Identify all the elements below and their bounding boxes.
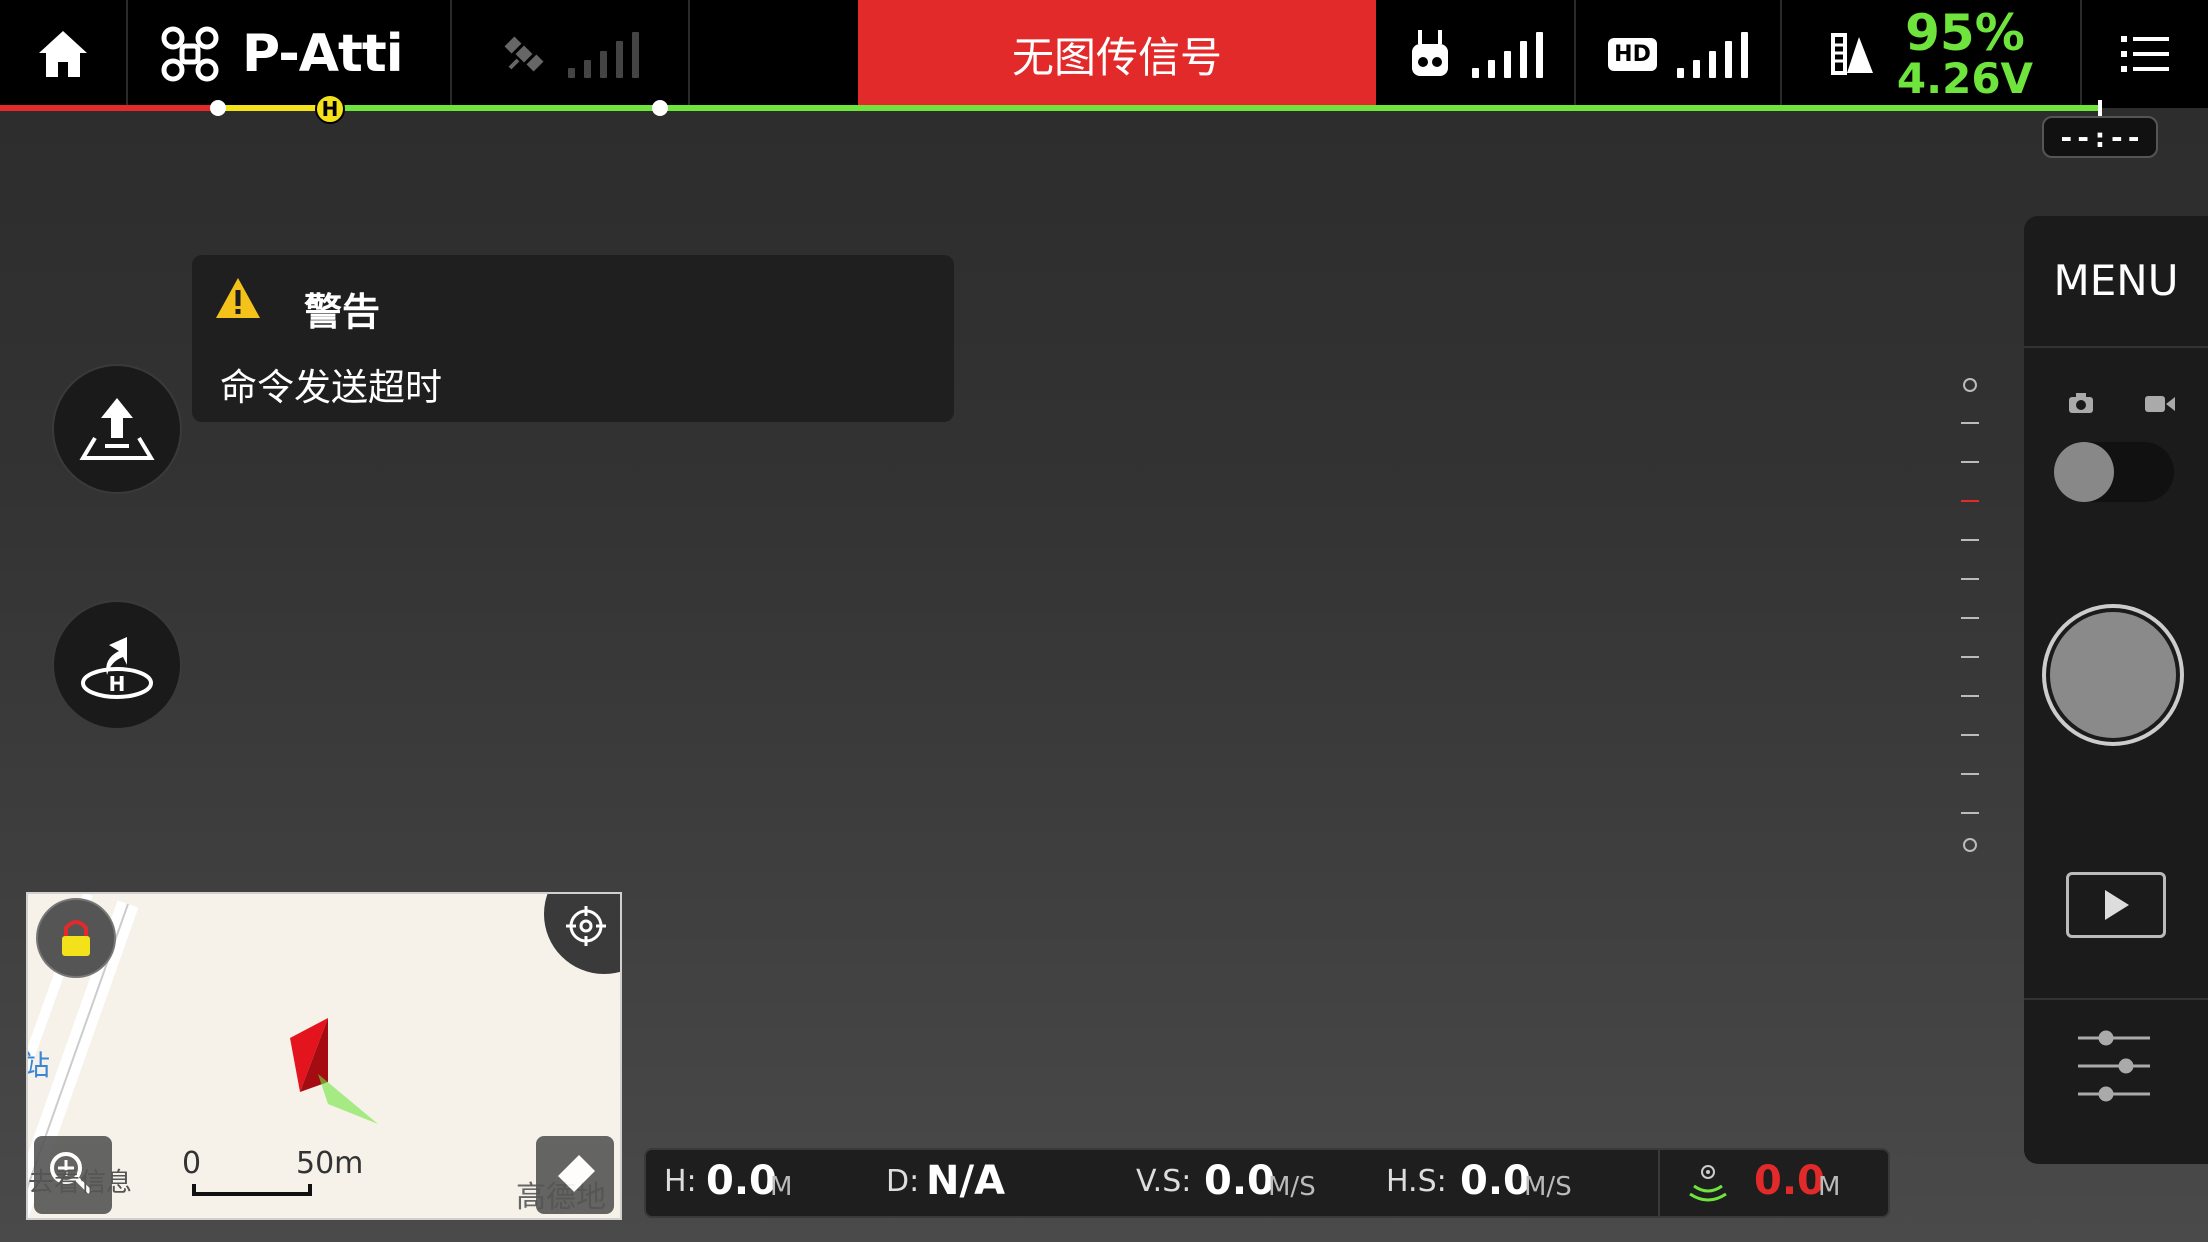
home-return-marker: H <box>315 94 345 124</box>
settings-menu-button[interactable] <box>2082 0 2208 108</box>
drone-icon <box>161 26 219 82</box>
gps-signal-indicator[interactable] <box>452 0 688 108</box>
hd-icon: HD <box>1608 37 1657 71</box>
remote-controller-signal[interactable] <box>1378 0 1574 108</box>
shutter-button[interactable] <box>2042 604 2184 746</box>
battery-marker-mid <box>652 100 668 116</box>
flight-timer: --:-- <box>2042 116 2158 158</box>
hd-video-signal[interactable]: HD <box>1576 0 1780 108</box>
battery-icon <box>1830 33 1873 75</box>
svg-text:H: H <box>109 672 126 696</box>
warning-title: 警告 <box>304 290 381 334</box>
gps-signal-bars <box>567 30 639 78</box>
map-scale-bar <box>192 1184 312 1196</box>
crosshair-icon <box>566 906 606 946</box>
remote-controller-icon <box>1411 30 1448 76</box>
height-value: 0.0 <box>706 1158 777 1204</box>
no-video-signal-alert[interactable]: 无图传信号 <box>858 0 1376 108</box>
camera-menu-button[interactable]: MENU <box>2024 256 2208 305</box>
map-lock-button[interactable] <box>36 898 116 978</box>
battery-marker-low <box>210 100 226 116</box>
vertical-speed-value: 0.0 <box>1204 1158 1275 1204</box>
telemetry-bar: H: 0.0 M D: N/A V.S: 0.0 M/S H.S: 0.0 M/… <box>644 1148 1890 1218</box>
map-eraser-button[interactable] <box>536 1136 614 1214</box>
horizontal-speed-unit: M/S <box>1524 1172 1572 1202</box>
vertical-speed-unit: M/S <box>1268 1172 1316 1202</box>
battery-status-line-red <box>0 105 218 111</box>
vision-distance-value: 0.0 <box>1754 1158 1825 1204</box>
map-label-station: 站 <box>28 1044 50 1084</box>
satellite-icon <box>504 36 543 72</box>
home-icon <box>39 31 87 77</box>
battery-voltage: 4.26V <box>1896 54 2034 103</box>
camera-settings-icon[interactable] <box>2076 1028 2152 1104</box>
vision-distance-unit: M <box>1818 1172 1841 1202</box>
toggle-knob <box>2054 442 2114 502</box>
horizontal-speed-value: 0.0 <box>1460 1158 1531 1204</box>
warning-popup: 警告 命令发送超时 <box>192 255 954 422</box>
rc-signal-bars <box>1471 30 1543 78</box>
flight-mode-indicator[interactable]: P-Atti <box>128 0 450 108</box>
list-menu-icon <box>2121 36 2169 72</box>
eraser-icon <box>555 1155 595 1195</box>
return-home-icon: H <box>81 637 153 699</box>
map-label-info: 去看信息 <box>28 1168 133 1198</box>
camera-control-panel: MENU <box>2024 216 2208 1164</box>
warning-icon <box>216 278 260 318</box>
mini-map[interactable]: 站 去看信息 0 50m 高德地 <box>26 892 622 1220</box>
vertical-speed-label: V.S: <box>1136 1164 1192 1199</box>
height-unit: M <box>770 1172 793 1202</box>
distance-label: D: <box>886 1164 920 1199</box>
return-home-button[interactable]: H <box>52 600 182 730</box>
warning-message: 命令发送超时 <box>220 366 442 409</box>
vision-sensor-icon <box>1689 1165 1727 1202</box>
camera-tilt-scale <box>1961 378 1979 852</box>
map-scale-zero: 0 <box>182 1146 202 1181</box>
battery-marker-end <box>2098 100 2102 116</box>
takeoff-icon <box>79 398 155 460</box>
battery-status-line-green <box>332 105 2102 111</box>
video-mode-icon[interactable] <box>2144 394 2176 414</box>
alert-text: 无图传信号 <box>1011 32 1222 82</box>
playback-button[interactable] <box>2066 872 2166 938</box>
hd-signal-bars <box>1676 30 1748 78</box>
battery-percent: 95% <box>1905 4 2025 62</box>
play-icon <box>2105 890 2129 920</box>
top-status-bar: P-Atti 无图传信号 HD 95% 4.26V <box>0 0 2208 108</box>
photo-mode-icon[interactable] <box>2068 392 2094 414</box>
flight-mode-label: P-Atti <box>242 24 404 84</box>
photo-video-toggle[interactable] <box>2054 442 2174 502</box>
map-scale-distance: 50m <box>296 1146 364 1181</box>
distance-value: N/A <box>926 1158 1006 1204</box>
horizontal-speed-label: H.S: <box>1386 1164 1447 1199</box>
takeoff-button[interactable] <box>52 364 182 494</box>
home-button[interactable] <box>0 0 126 108</box>
lock-icon <box>62 920 90 956</box>
battery-indicator[interactable]: 95% 4.26V <box>1782 0 2080 108</box>
height-label: H: <box>664 1164 697 1199</box>
